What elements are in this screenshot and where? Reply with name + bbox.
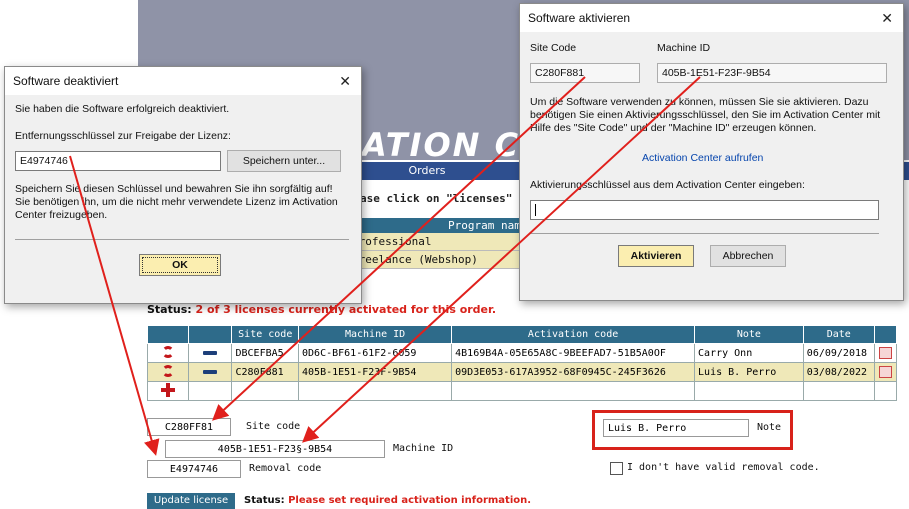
status-text: Please set required activation informati… <box>288 495 532 506</box>
edit-note-cell[interactable] <box>873 362 898 382</box>
divider <box>15 239 349 240</box>
text-cursor <box>535 204 536 217</box>
removal-code-label: Removal code <box>249 463 322 474</box>
machine-id-label: Machine ID <box>393 443 454 454</box>
dialog-title: Software aktivieren <box>528 11 631 25</box>
site-code-label: Site code <box>246 421 301 432</box>
date-cell: 03/08/2022 <box>802 362 875 382</box>
empty-cell <box>694 381 804 401</box>
edit-note-icon[interactable] <box>878 366 892 378</box>
close-icon[interactable]: ✕ <box>881 4 893 32</box>
activate-dialog: Software aktivieren ✕ Site Code Machine … <box>519 3 904 301</box>
info-line: benötigen Sie einen Aktivierungsschlüsse… <box>530 109 881 121</box>
info-line: Um die Software verwenden zu können, müs… <box>530 96 869 108</box>
activation-key-field[interactable] <box>530 200 879 220</box>
col-header <box>873 325 898 344</box>
col-header-site-code: Site code <box>231 325 300 344</box>
license-table-header: Site code Machine ID Activation code Not… <box>146 325 898 344</box>
machine-id-cell: 405B-1E51-F23F-9B54 <box>298 362 453 382</box>
activation-code-cell: 4B169B4A-05E65A8C-9BEEFAD7-51B5A0OF <box>451 343 696 363</box>
plus-icon[interactable] <box>161 382 176 397</box>
program-row[interactable]: Freelance (Webshop) <box>338 251 528 269</box>
remove-cell[interactable] <box>188 343 233 363</box>
empty-cell <box>298 381 453 401</box>
info-line: Hilfe des "Site Code" und der "Machine I… <box>530 122 817 134</box>
empty-cell <box>188 381 233 401</box>
info-line: Center freizugeben. <box>15 209 108 221</box>
update-license-button[interactable]: Update license <box>147 493 235 509</box>
table-row: DBCEFBA5 0D6C-BF61-61F2-6059 4B169B4A-05… <box>146 343 898 363</box>
removal-key-field[interactable]: E4974746 <box>15 151 221 171</box>
tab-orders[interactable]: Orders <box>362 162 492 180</box>
license-table: Site code Machine ID Activation code Not… <box>146 325 898 401</box>
empty-cell <box>231 381 300 401</box>
note-label: Note <box>757 422 782 433</box>
cancel-button[interactable]: Abbrechen <box>710 245 786 267</box>
order-status: Status: 2 of 3 licenses currently activa… <box>147 303 496 316</box>
refresh-cell[interactable] <box>146 362 190 382</box>
site-code-cell: DBCEFBA5 <box>231 343 300 363</box>
add-cell[interactable] <box>146 381 190 401</box>
note-cell: Luis B. Perro <box>694 362 804 382</box>
machine-id-field[interactable]: 405B-1E51-F23F-9B54 <box>657 63 887 83</box>
site-code-input[interactable]: C280FF81 <box>147 418 231 436</box>
note-cell: Carry Onn <box>694 343 804 363</box>
activation-center-link[interactable]: Activation Center aufrufen <box>642 152 763 164</box>
dialog-title: Software deaktiviert <box>13 74 119 88</box>
empty-cell <box>451 381 696 401</box>
empty-cell <box>802 381 875 401</box>
activation-code-cell: 09D3E053-617A3952-68F0945C-245F3626 <box>451 362 696 382</box>
no-removal-code-checkbox[interactable] <box>610 462 623 475</box>
dialog-title-bar: Software aktivieren <box>520 4 903 32</box>
activation-key-label: Aktivierungsschlüssel aus dem Activation… <box>530 179 805 191</box>
close-icon[interactable]: ✕ <box>339 67 351 95</box>
refresh-cell[interactable] <box>146 343 190 363</box>
save-as-button[interactable]: Speichern unter... <box>227 150 341 172</box>
removal-code-input[interactable]: E4974746 <box>147 460 241 478</box>
no-removal-code-label: I don't have valid removal code. <box>627 462 820 473</box>
minus-icon[interactable] <box>203 369 218 374</box>
dialog-title-bar: Software deaktiviert <box>5 67 361 95</box>
program-table: Program nam Professional Freelance (Webs… <box>338 218 528 269</box>
form-status: Status: Please set required activation i… <box>244 495 531 506</box>
machine-id-cell: 0D6C-BF61-61F2-6059 <box>298 343 453 363</box>
note-input[interactable]: Luis B. Perro <box>603 419 749 437</box>
deactivate-dialog: Software deaktiviert ✕ Sie haben die Sof… <box>4 66 362 304</box>
edit-note-icon[interactable] <box>878 347 892 359</box>
refresh-icon[interactable] <box>162 364 175 377</box>
site-code-cell: C280F881 <box>231 362 300 382</box>
col-header-activation-code: Activation code <box>451 325 696 344</box>
divider <box>530 233 879 234</box>
status-label: Status: <box>244 495 285 506</box>
removal-key-info: Speichern Sie diesen Schlüssel und bewah… <box>15 183 355 222</box>
program-row[interactable]: Professional <box>338 233 528 251</box>
empty-cell <box>873 381 898 401</box>
refresh-icon[interactable] <box>162 345 175 358</box>
site-code-label: Site Code <box>530 42 577 54</box>
edit-note-cell[interactable] <box>873 343 898 363</box>
col-header <box>188 325 233 344</box>
activate-button[interactable]: Aktivieren <box>618 245 694 267</box>
program-table-header: Program nam <box>338 218 528 233</box>
col-header-note: Note <box>694 325 804 344</box>
date-cell: 06/09/2018 <box>802 343 875 363</box>
machine-id-input[interactable]: 405B-1E51-F23§-9B54 <box>165 440 385 458</box>
col-header-date: Date <box>802 325 875 344</box>
activation-info: Um die Software verwenden zu können, müs… <box>530 96 895 135</box>
col-header <box>146 325 190 344</box>
col-header-machine-id: Machine ID <box>298 325 453 344</box>
info-line: Sie benötigen ihn, um die nicht mehr ver… <box>15 196 338 208</box>
table-row <box>146 381 898 401</box>
status-text: 2 of 3 licenses currently activated for … <box>195 303 497 316</box>
deactivated-message: Sie haben die Software erfolgreich deakt… <box>15 103 230 115</box>
remove-cell[interactable] <box>188 362 233 382</box>
minus-icon[interactable] <box>203 350 218 355</box>
site-code-field[interactable]: C280F881 <box>530 63 640 83</box>
ok-button[interactable]: OK <box>139 254 221 276</box>
removal-key-label: Entfernungsschlüssel zur Freigabe der Li… <box>15 130 231 142</box>
info-line: Speichern Sie diesen Schlüssel und bewah… <box>15 183 333 195</box>
status-label: Status: <box>147 303 192 316</box>
table-row: C280F881 405B-1E51-F23F-9B54 09D3E053-61… <box>146 362 898 382</box>
machine-id-label: Machine ID <box>657 42 711 54</box>
